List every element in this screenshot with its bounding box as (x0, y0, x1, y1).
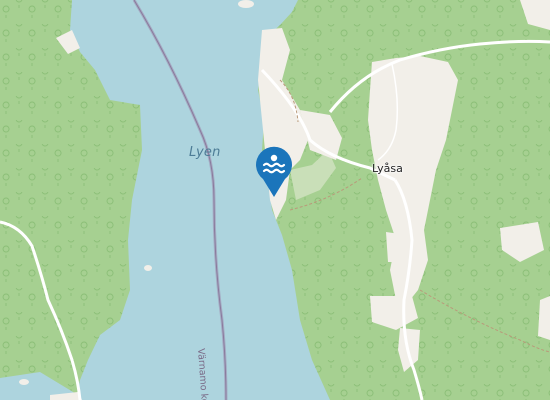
swimming-marker[interactable] (253, 145, 295, 199)
map-canvas[interactable]: Lyen Lyåsa Värnamo kommun (0, 0, 550, 400)
lake-label: Lyen (189, 145, 221, 160)
island (19, 379, 29, 385)
island (144, 265, 152, 271)
swimming-icon (256, 146, 292, 197)
place-label[interactable]: Lyåsa (372, 162, 403, 175)
map-layers (0, 0, 550, 400)
island (238, 0, 254, 8)
